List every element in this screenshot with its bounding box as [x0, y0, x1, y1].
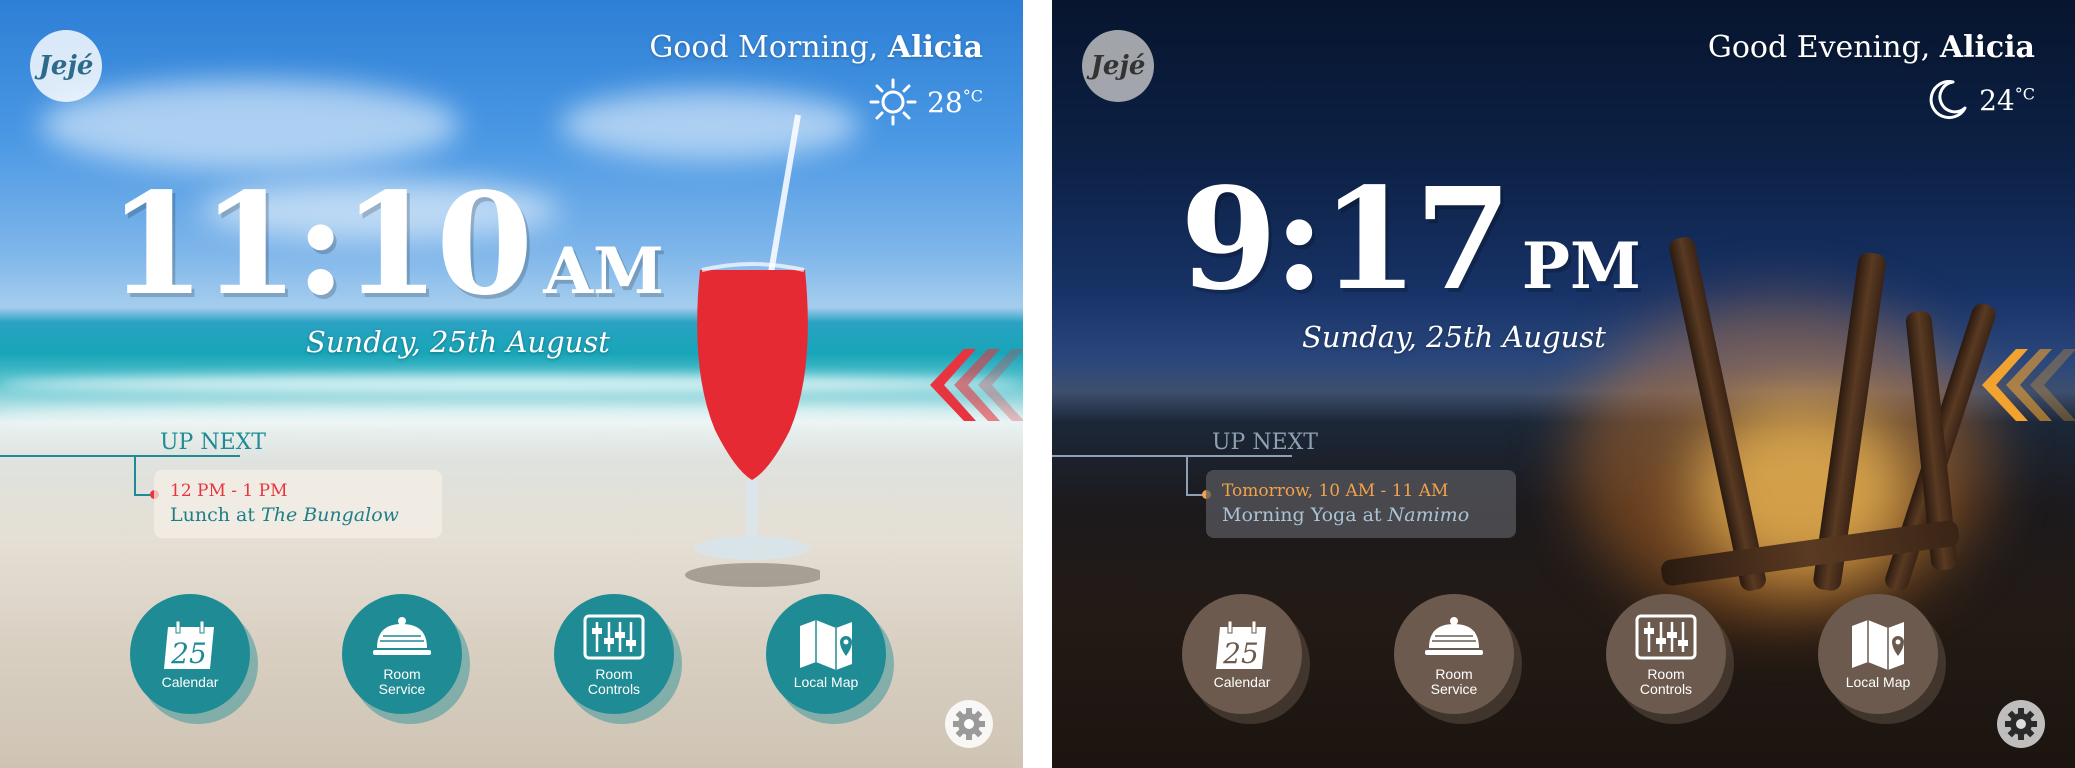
wave: [0, 405, 1023, 423]
settings-button[interactable]: [945, 700, 993, 748]
room-service-label-2: Service: [1430, 681, 1478, 697]
room-controls-label-1: Room: [1647, 666, 1685, 682]
moon-icon: [1929, 80, 1967, 120]
date: Sunday, 25th August: [306, 325, 610, 359]
gear-icon: [953, 708, 985, 740]
clock: 11:10 AM: [108, 170, 664, 347]
jeje-logo: Jejé: [30, 30, 102, 102]
room-service-button[interactable]: Room Service: [342, 594, 462, 714]
room-controls-label-2: Controls: [587, 681, 641, 697]
event-card[interactable]: Tomorrow, 10 AM - 11 AM Morning Yoga at …: [1206, 470, 1516, 538]
event-title: Morning Yoga at Namimo: [1222, 502, 1500, 528]
local-map-label: Local Map: [793, 673, 859, 690]
settings-button[interactable]: [1997, 700, 2045, 748]
temperature: 28: [927, 85, 963, 119]
greeting-text: Good Evening,: [1707, 30, 1931, 65]
event-at: at: [1362, 504, 1382, 526]
gear-icon: [2005, 708, 2037, 740]
event-place: The Bungalow: [261, 504, 399, 526]
user-name: Alicia: [1939, 30, 2035, 65]
calendar-icon: 25: [159, 619, 221, 671]
day-screen: Jejé Good Morning, Alicia 28°C 11:10 AM S…: [0, 0, 1023, 768]
room-controls-button[interactable]: Room Controls: [1606, 594, 1726, 714]
night-screen: Jejé Good Evening, Alicia 24°C 9:17 PM Su…: [1052, 0, 2075, 768]
weather: 28°C: [869, 78, 983, 126]
upnext-line: [0, 455, 240, 457]
room-controls-label-2: Controls: [1639, 681, 1693, 697]
chevron-left-icon[interactable]: [918, 345, 1023, 425]
calendar-label: Calendar: [1213, 673, 1271, 690]
date: Sunday, 25th August: [1302, 320, 1606, 354]
event-title: Lunch at The Bungalow: [170, 502, 426, 528]
upnext-connector: [134, 456, 136, 496]
greeting-text: Good Morning,: [649, 30, 879, 65]
map-icon: [1847, 619, 1909, 671]
chevron-left-icon[interactable]: [1970, 345, 2075, 425]
room-controls-button[interactable]: Room Controls: [554, 594, 674, 714]
upnext-label: UP NEXT: [160, 430, 266, 455]
event-time: 12 PM - 1 PM: [170, 481, 288, 501]
local-map-label: Local Map: [1845, 673, 1911, 690]
greeting: Good Morning, Alicia: [649, 30, 983, 65]
room-controls-label-1: Room: [595, 666, 633, 682]
cloche-icon: [1423, 611, 1485, 663]
temperature-unit: °C: [962, 86, 983, 106]
map-icon: [795, 619, 857, 671]
calendar-label: Calendar: [161, 673, 219, 690]
cloche-icon: [371, 611, 433, 663]
local-map-button[interactable]: Local Map: [766, 594, 886, 714]
room-service-label-1: Room: [1435, 666, 1473, 682]
user-name: Alicia: [887, 30, 983, 65]
cloud: [40, 80, 460, 170]
weather: 24°C: [1925, 78, 2035, 122]
local-map-button[interactable]: Local Map: [1818, 594, 1938, 714]
greeting: Good Evening, Alicia: [1708, 30, 2035, 65]
event-at: at: [236, 504, 255, 526]
sun-icon: [869, 78, 917, 126]
event-name: Lunch: [170, 504, 230, 526]
clock-ampm: PM: [1521, 229, 1641, 304]
jeje-logo: Jejé: [1082, 30, 1154, 102]
calendar-day: 25: [1222, 637, 1259, 670]
clock-time: 9:17: [1180, 158, 1512, 322]
room-service-label-2: Service: [378, 681, 426, 697]
wave: [0, 375, 1023, 393]
event-place: Namimo: [1387, 504, 1470, 526]
event-name: Morning Yoga: [1222, 504, 1357, 526]
temperature: 24: [1979, 83, 2015, 117]
event-time: Tomorrow, 10 AM - 11 AM: [1222, 481, 1449, 501]
upnext-line: [1052, 455, 1292, 457]
upnext-label: UP NEXT: [1212, 430, 1318, 455]
room-service-button[interactable]: Room Service: [1394, 594, 1514, 714]
calendar-button[interactable]: 25 Calendar: [1182, 594, 1302, 714]
calendar-icon: 25: [1211, 619, 1273, 671]
clock: 9:17 PM: [1180, 165, 1641, 342]
room-service-label-1: Room: [383, 666, 421, 682]
event-card[interactable]: 12 PM - 1 PM Lunch at The Bungalow: [154, 470, 442, 538]
calendar-button[interactable]: 25 Calendar: [130, 594, 250, 714]
temperature-unit: °C: [2014, 84, 2035, 104]
calendar-day: 25: [170, 637, 207, 670]
sliders-icon: [583, 611, 645, 663]
upnext-connector: [1186, 456, 1188, 496]
clock-time: 11:10: [108, 163, 533, 327]
cocktail-glass-image: [685, 114, 820, 587]
sliders-icon: [1635, 611, 1697, 663]
clock-ampm: AM: [543, 234, 664, 309]
